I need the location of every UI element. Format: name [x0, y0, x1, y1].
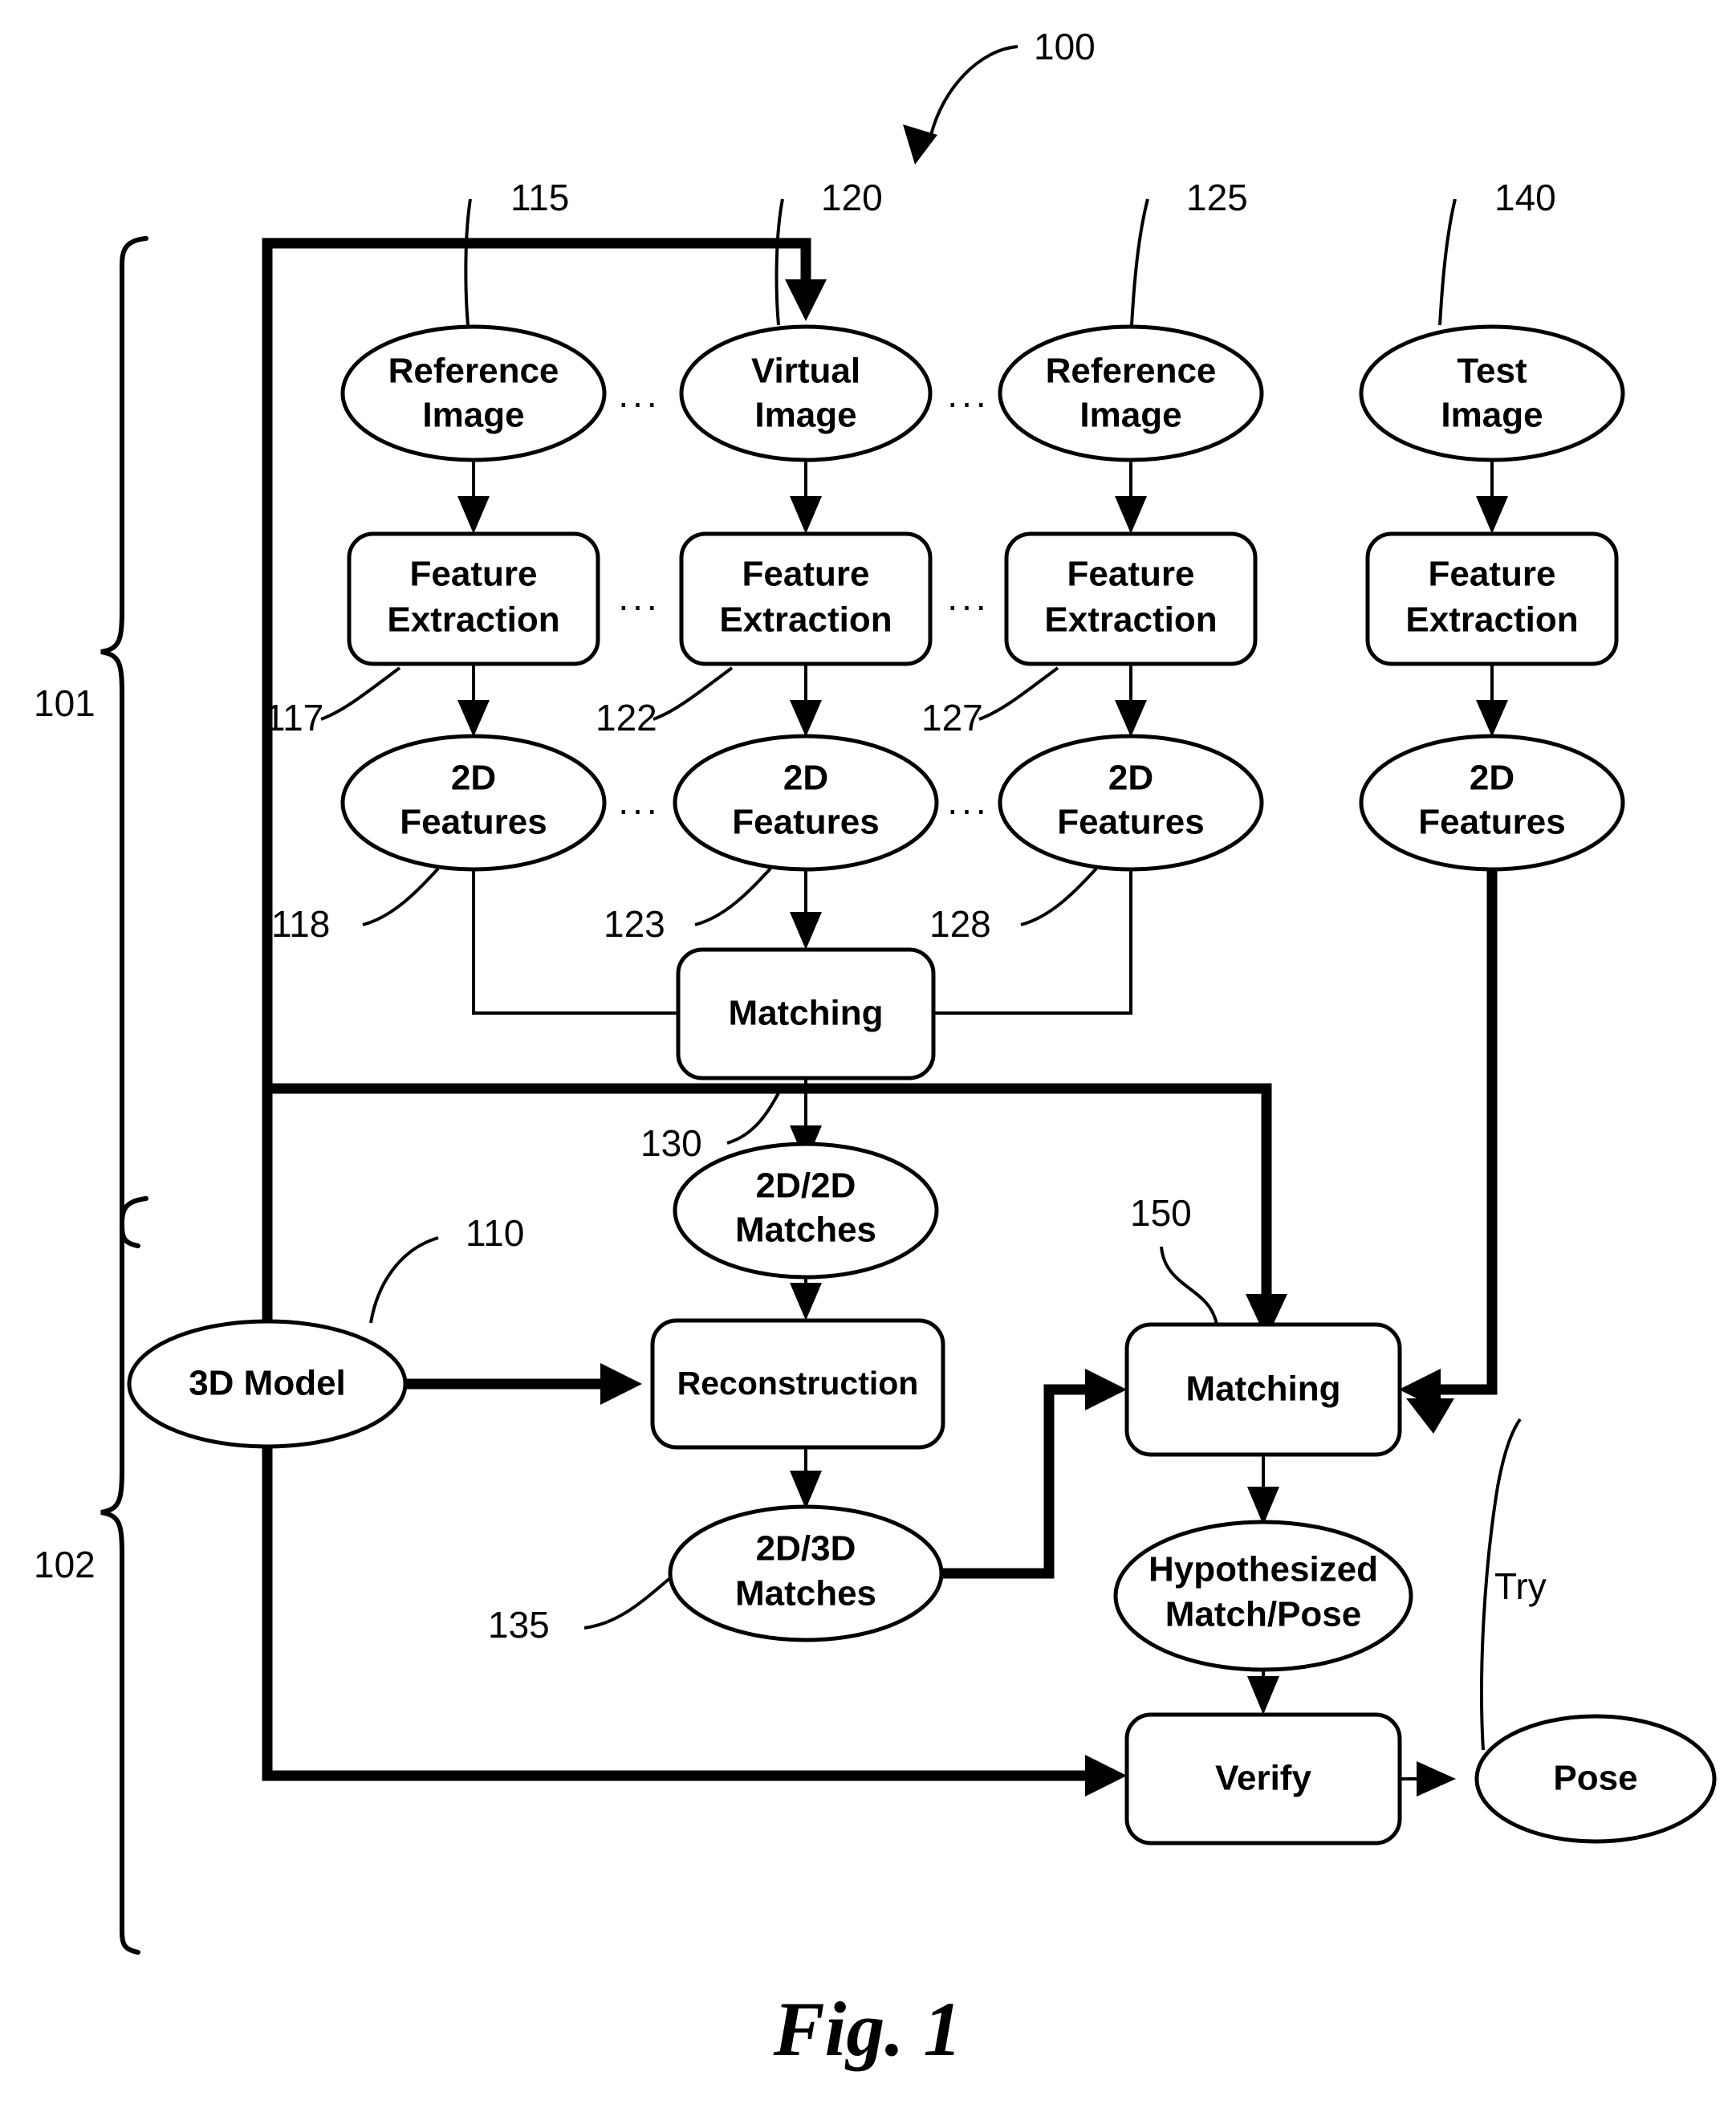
- node-hypothesized-line1: Hypothesized: [1149, 1550, 1378, 1589]
- node-matching-top-group: Matching 130: [640, 947, 936, 1164]
- ref-label-130: 130: [640, 1122, 702, 1164]
- online-stage-brace: 102: [34, 1196, 148, 1955]
- node-test-image[interactable]: [1359, 324, 1625, 462]
- ref-label-100: 100: [1034, 26, 1096, 67]
- node-2d3d-matches-group: 2D/3D Matches 135: [488, 1504, 944, 1646]
- node-feature-extraction-1[interactable]: [347, 531, 600, 666]
- ref-label-120: 120: [821, 177, 883, 218]
- node-reference-image-1-line2: Image: [422, 396, 524, 435]
- node-reference-image-2-line1: Reference: [1046, 352, 1217, 391]
- column-virtual-image: 120 Virtual Image Feature Extraction 122…: [596, 177, 939, 950]
- node-feature-extraction-4-line2: Extraction: [1405, 600, 1578, 640]
- node-verify-group: Verify: [1124, 1712, 1456, 1846]
- ref-label-127: 127: [921, 697, 983, 739]
- node-2d2d-matches-group: 2D/2D Matches: [673, 1141, 939, 1321]
- node-2d2d-matches-line2: Matches: [735, 1211, 876, 1250]
- node-3d-model-group: 110 3D Model: [127, 1212, 524, 1449]
- node-feature-extraction-1-line1: Feature: [410, 555, 538, 594]
- ref-label-115: 115: [510, 177, 569, 218]
- node-hypothesized-match-pose-group: Hypothesized Match/Pose: [1113, 1520, 1413, 1715]
- node-feature-extraction-3-line2: Extraction: [1044, 600, 1217, 640]
- node-2d-features-2-line2: Features: [732, 803, 879, 842]
- node-2d-features-3-line1: 2D: [1108, 759, 1153, 798]
- ref-label-125: 125: [1186, 177, 1248, 218]
- node-feature-extraction-3-line1: Feature: [1067, 555, 1195, 594]
- node-feature-extraction-3[interactable]: [1004, 531, 1258, 666]
- node-reference-image-1-line1: Reference: [388, 352, 559, 391]
- node-2d-features-2-line1: 2D: [783, 759, 828, 798]
- ref-label-110: 110: [466, 1212, 524, 1254]
- edge-label-try: Try: [1494, 1565, 1547, 1607]
- node-test-image-line1: Test: [1457, 352, 1527, 391]
- ref-label-128: 128: [929, 903, 991, 945]
- node-reconstruction-label: Reconstruction: [677, 1365, 919, 1402]
- node-2d-features-4-line2: Features: [1418, 803, 1565, 842]
- ellipsis-extraction-2: ...: [947, 576, 990, 618]
- node-matching-top-label: Matching: [728, 994, 883, 1033]
- ellipsis-images-2: ...: [947, 373, 990, 415]
- node-matching-bottom-label: Matching: [1185, 1369, 1340, 1409]
- patent-figure-1: 100 101 102 115 Reference Image Feature …: [34, 26, 1717, 2072]
- node-pose-group: Pose: [1474, 1714, 1717, 1844]
- node-feature-extraction-4[interactable]: [1365, 531, 1619, 666]
- node-reference-image-2[interactable]: [998, 324, 1264, 462]
- try-feedback-edge: Try: [1406, 1398, 1547, 1751]
- ref-label-123: 123: [604, 903, 665, 945]
- node-verify-label: Verify: [1215, 1759, 1311, 1798]
- node-2d-features-4-line1: 2D: [1470, 759, 1514, 798]
- node-2d-features-3-line2: Features: [1057, 803, 1204, 842]
- node-feature-extraction-1-line2: Extraction: [387, 600, 559, 640]
- ellipsis-images-1: ...: [618, 373, 661, 415]
- node-3d-model-label: 3D Model: [189, 1364, 346, 1403]
- node-feature-extraction-2-line2: Extraction: [719, 600, 892, 640]
- node-feature-extraction-4-line1: Feature: [1429, 555, 1556, 594]
- ellipsis-features-1: ...: [618, 780, 661, 822]
- ref-label-117: 117: [265, 697, 323, 739]
- node-test-image-line2: Image: [1441, 396, 1543, 435]
- model-to-reconstruction-edge: [401, 1363, 642, 1405]
- node-2d2d-matches-line1: 2D/2D: [756, 1166, 856, 1206]
- node-virtual-image-line1: Virtual: [751, 352, 860, 391]
- ref-label-135: 135: [488, 1604, 550, 1646]
- node-reference-image-2-line2: Image: [1079, 396, 1181, 435]
- ref-label-150: 150: [1130, 1192, 1192, 1234]
- node-pose-label: Pose: [1553, 1759, 1637, 1798]
- ref-label-140: 140: [1494, 177, 1556, 218]
- column-test-image: 140 Test Image Feature Extraction 2D Fea…: [1359, 177, 1625, 872]
- figure-caption: Fig. 1: [773, 1986, 962, 2072]
- ref-label-122: 122: [596, 697, 657, 739]
- node-2d-features-1-line1: 2D: [451, 759, 496, 798]
- node-feature-extraction-2[interactable]: [679, 531, 933, 666]
- node-2d3d-matches-line2: Matches: [735, 1574, 876, 1614]
- ref-label-102: 102: [34, 1544, 96, 1585]
- matches2d3d-to-matching-edge: [941, 1369, 1127, 1579]
- node-2d3d-matches-line1: 2D/3D: [756, 1529, 856, 1569]
- ref-label-118: 118: [271, 903, 330, 945]
- node-reconstruction-group: Reconstruction: [650, 1318, 945, 1509]
- node-2d-features-1-line2: Features: [400, 803, 547, 842]
- ref-label-101: 101: [34, 682, 96, 724]
- node-virtual-image[interactable]: [679, 324, 933, 462]
- test-features-to-matching-edge: [1399, 840, 1498, 1410]
- node-virtual-image-line2: Image: [754, 396, 856, 435]
- ellipsis-features-2: ...: [947, 780, 990, 822]
- node-feature-extraction-2-line1: Feature: [742, 555, 870, 594]
- node-reference-image-1[interactable]: [340, 324, 607, 462]
- ellipsis-extraction-1: ...: [618, 576, 661, 618]
- node-hypothesized-line2: Match/Pose: [1165, 1595, 1362, 1634]
- offline-stage-brace: 101: [34, 236, 148, 1248]
- system-callout-100: 100: [903, 26, 1096, 165]
